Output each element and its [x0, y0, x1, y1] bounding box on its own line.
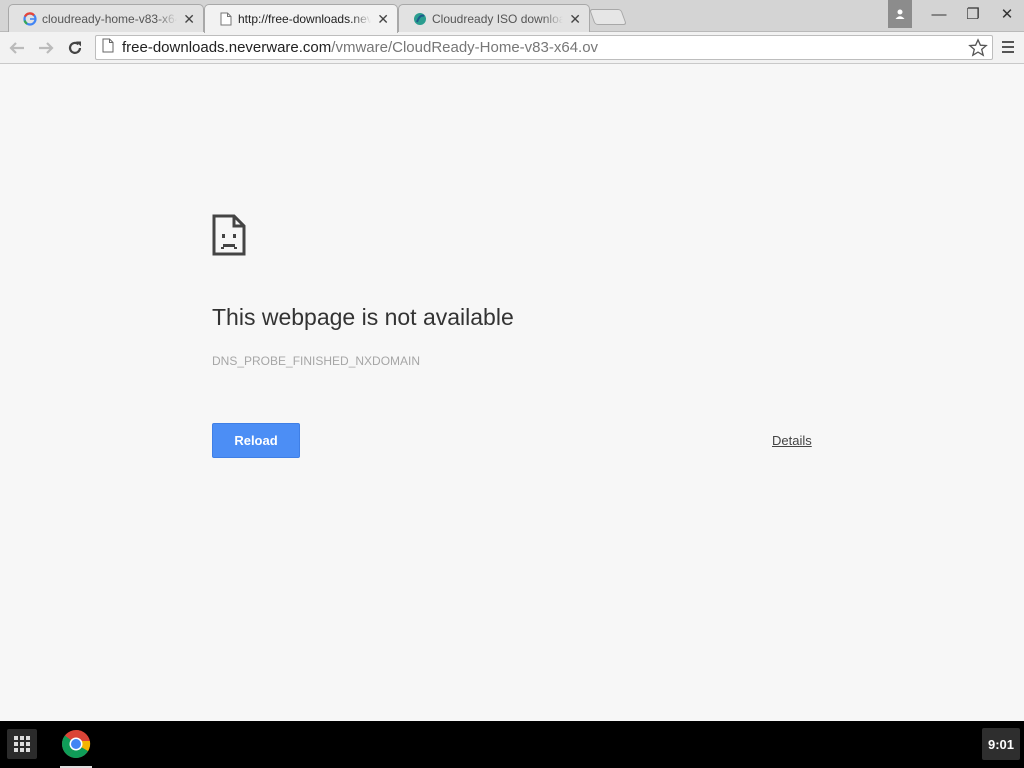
error-code: DNS_PROBE_FINISHED_NXDOMAIN — [212, 354, 421, 368]
tab-title: http://free-downloads.neverware.com/vmwa… — [238, 12, 372, 26]
toolbar: free-downloads.neverware.com/vmware/Clou… — [0, 32, 1024, 64]
url-host: free-downloads.neverware.com — [122, 39, 332, 56]
profile-button[interactable] — [888, 0, 912, 28]
person-icon — [895, 9, 905, 19]
tab-cloudready-search[interactable]: cloudready-home-v83-x64 ✕ — [8, 4, 204, 32]
address-bar[interactable]: free-downloads.neverware.com/vmware/Clou… — [95, 35, 993, 60]
tab-title: cloudready-home-v83-x64 — [42, 11, 178, 26]
close-tab-icon[interactable]: ✕ — [183, 11, 195, 27]
error-title: This webpage is not available — [212, 304, 514, 330]
forward-button[interactable] — [35, 37, 57, 59]
page-info-icon[interactable] — [102, 38, 114, 58]
google-g-icon — [23, 11, 37, 26]
new-tab-button[interactable] — [589, 9, 627, 25]
chrome-menu-icon[interactable] — [998, 38, 1018, 58]
close-window-button[interactable]: ✕ — [990, 0, 1024, 28]
neverware-icon — [413, 12, 427, 26]
tab-free-downloads[interactable]: http://free-downloads.neverware.com/vmwa… — [204, 4, 398, 33]
close-tab-icon[interactable]: ✕ — [377, 11, 389, 27]
restore-button[interactable]: ❐ — [956, 0, 990, 28]
page-icon — [219, 12, 233, 26]
app-launcher-button[interactable] — [7, 729, 37, 759]
close-tab-icon[interactable]: ✕ — [569, 11, 581, 27]
shelf: 9:01 — [0, 721, 1024, 768]
minimize-button[interactable]: — — [922, 0, 956, 28]
sad-page-icon — [212, 214, 246, 261]
url-text: free-downloads.neverware.com/vmware/Clou… — [122, 39, 598, 56]
bookmark-star-icon[interactable] — [968, 38, 988, 63]
tab-cloudready-iso[interactable]: Cloudready ISO download ✕ — [398, 4, 590, 32]
details-link[interactable]: Details — [772, 433, 812, 448]
window-controls: — ❐ ✕ — [888, 0, 1024, 28]
tab-strip: cloudready-home-v83-x64 ✕ Cloudready ISO… — [0, 0, 1024, 33]
chrome-app-icon[interactable] — [59, 727, 93, 761]
grid-icon — [14, 736, 30, 752]
arrow-left-icon — [9, 42, 24, 54]
reload-button[interactable]: Reload — [212, 423, 300, 458]
back-button[interactable] — [6, 37, 28, 59]
url-path: /vmware/CloudReady-Home-v83-x64.ov — [331, 39, 599, 56]
status-clock[interactable]: 9:01 — [982, 728, 1020, 760]
reload-toolbar-button[interactable] — [64, 37, 86, 59]
error-page: This webpage is not available DNS_PROBE_… — [0, 64, 1024, 721]
tab-title: Cloudready ISO download — [432, 11, 564, 26]
arrow-right-icon — [39, 42, 54, 54]
refresh-icon — [68, 41, 82, 54]
